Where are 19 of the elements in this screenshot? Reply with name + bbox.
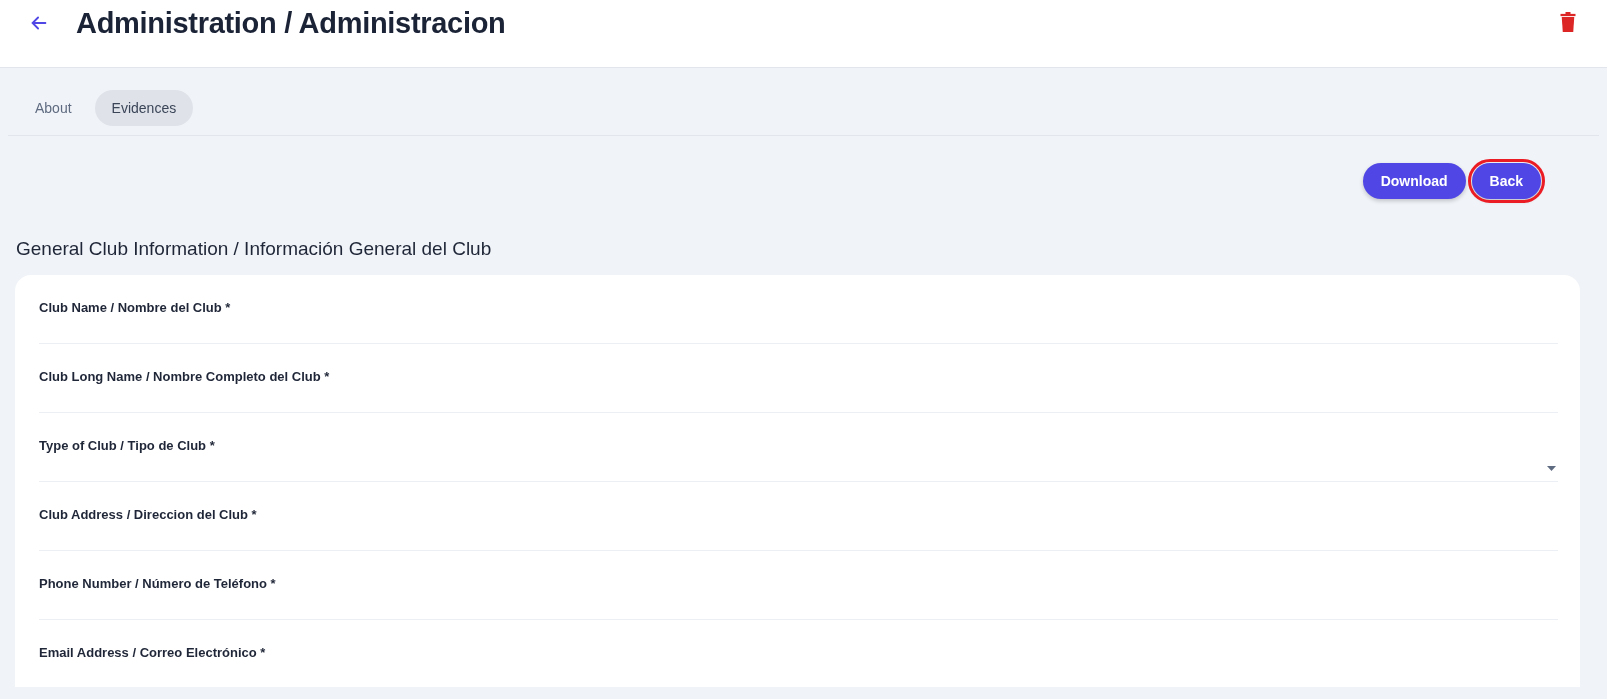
tab[interactable]: Evidences (94, 90, 194, 126)
section-title: General Club Information / Información General del Club (16, 238, 493, 260)
select-field[interactable]: Type of Club / Tipo de Club * (39, 413, 1558, 482)
field-label: Club Long Name / Nombre Completo del Club * (39, 369, 331, 384)
input-field[interactable]: Club Name / Nombre del Club * (39, 275, 1558, 344)
field-label: Email Address / Correo Electrónico * (39, 645, 267, 660)
input-field[interactable]: Club Address / Direccion del Club * (39, 482, 1558, 551)
page-title: Administration / Administracion (76, 6, 507, 41)
download-button[interactable]: Download (1362, 163, 1466, 199)
trash-icon[interactable] (1559, 12, 1577, 32)
field-label: Type of Club / Tipo de Club * (39, 438, 216, 453)
input-field[interactable]: Email Address / Correo Electrónico * (39, 620, 1558, 687)
caret-icon (1547, 466, 1556, 471)
tab[interactable]: About (18, 90, 89, 126)
field-label: Phone Number / Número de Teléfono * (39, 576, 277, 591)
input-field[interactable]: Phone Number / Número de Teléfono * (39, 551, 1558, 620)
input-field[interactable]: Club Long Name / Nombre Completo del Club * (39, 344, 1558, 413)
field-label: Club Address / Direccion del Club * (39, 507, 258, 522)
field-label: Club Name / Nombre del Club * (39, 300, 232, 315)
